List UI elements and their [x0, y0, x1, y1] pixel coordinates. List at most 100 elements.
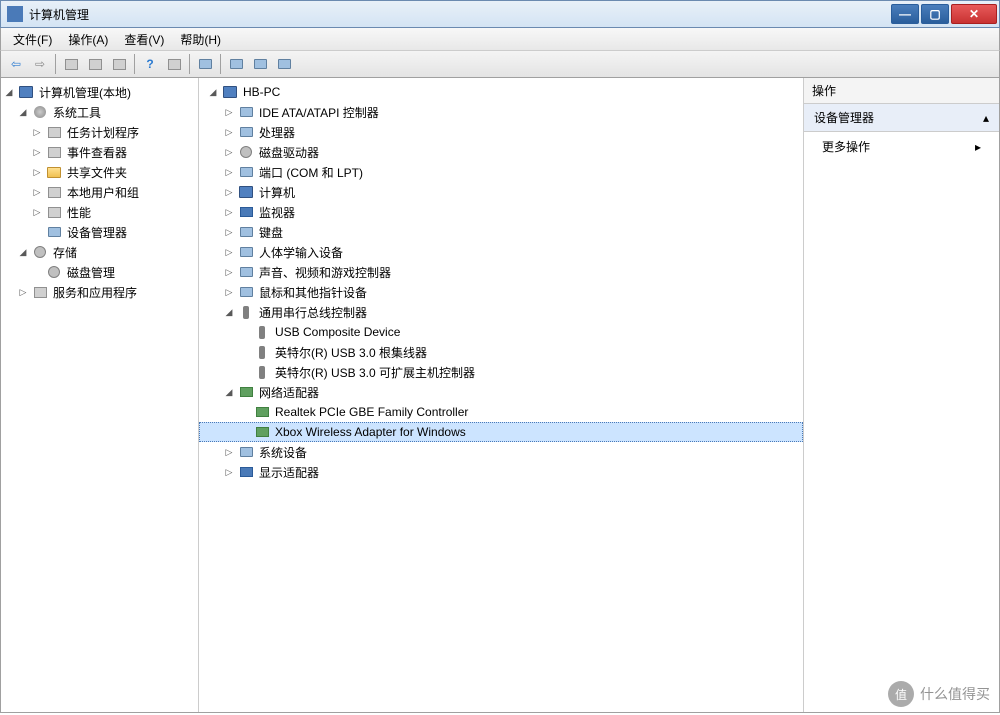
tree-label: 任务计划程序 [65, 124, 141, 141]
title-bar: 计算机管理 — ▢ ✕ [0, 0, 1000, 28]
device-network[interactable]: ◢ 网络适配器 [199, 382, 803, 402]
mouse-icon [238, 284, 254, 300]
tree-label: HB-PC [241, 85, 282, 99]
tree-shared-folders[interactable]: ▷ 共享文件夹 [1, 162, 198, 182]
tree-label: 人体学输入设备 [257, 244, 345, 261]
tree-label: Xbox Wireless Adapter for Windows [273, 425, 468, 439]
left-tree-pane: ◢ 计算机管理(本地) ◢ 系统工具 ▷ 任务计划程序 ▷ 事件查看器 ▷ 共享… [1, 78, 199, 712]
menu-action[interactable]: 操作(A) [62, 29, 114, 50]
menu-file[interactable]: 文件(F) [7, 29, 58, 50]
tree-label: 监视器 [257, 204, 297, 221]
tree-local-users[interactable]: ▷ 本地用户和组 [1, 182, 198, 202]
device-disk-drives[interactable]: ▷ 磁盘驱动器 [199, 142, 803, 162]
device-ports[interactable]: ▷ 端口 (COM 和 LPT) [199, 162, 803, 182]
tree-label: 通用串行总线控制器 [257, 304, 369, 321]
content-area: ◢ 计算机管理(本地) ◢ 系统工具 ▷ 任务计划程序 ▷ 事件查看器 ▷ 共享… [0, 78, 1000, 713]
chevron-right-icon: ▸ [975, 140, 981, 154]
tree-label: 计算机 [257, 184, 297, 201]
tree-disk-management[interactable]: ▷ 磁盘管理 [1, 262, 198, 282]
update-driver-button[interactable] [225, 53, 247, 75]
tree-root-local[interactable]: ◢ 计算机管理(本地) [1, 82, 198, 102]
device-usb[interactable]: ◢ 通用串行总线控制器 [199, 302, 803, 322]
tree-services-apps[interactable]: ▷ 服务和应用程序 [1, 282, 198, 302]
folder-icon [46, 164, 62, 180]
app-icon [7, 6, 23, 22]
computer-management-icon [18, 84, 34, 100]
tree-label: 系统工具 [51, 104, 103, 121]
usb-icon [238, 304, 254, 320]
device-mice[interactable]: ▷ 鼠标和其他指针设备 [199, 282, 803, 302]
display-adapter-icon [238, 464, 254, 480]
device-ide[interactable]: ▷ IDE ATA/ATAPI 控制器 [199, 102, 803, 122]
device-system-devices[interactable]: ▷ 系统设备 [199, 442, 803, 462]
scan-hardware-button[interactable] [273, 53, 295, 75]
device-xbox-adapter[interactable]: ▷ Xbox Wireless Adapter for Windows [199, 422, 803, 442]
tree-label: 鼠标和其他指针设备 [257, 284, 369, 301]
scan-button[interactable] [194, 53, 216, 75]
tree-label: 共享文件夹 [65, 164, 129, 181]
disk-icon [46, 264, 62, 280]
tree-task-scheduler[interactable]: ▷ 任务计划程序 [1, 122, 198, 142]
device-hid[interactable]: ▷ 人体学输入设备 [199, 242, 803, 262]
computer-icon [222, 84, 238, 100]
forward-button[interactable]: ⇨ [29, 53, 51, 75]
more-actions[interactable]: 更多操作 ▸ [804, 132, 999, 161]
tree-event-viewer[interactable]: ▷ 事件查看器 [1, 142, 198, 162]
toolbar-separator [55, 54, 56, 74]
tree-label: 键盘 [257, 224, 285, 241]
device-sound[interactable]: ▷ 声音、视频和游戏控制器 [199, 262, 803, 282]
hid-icon [238, 244, 254, 260]
back-button[interactable]: ⇦ [5, 53, 27, 75]
scheduler-icon [46, 124, 62, 140]
export-button[interactable] [108, 53, 130, 75]
menu-view[interactable]: 查看(V) [118, 29, 170, 50]
window-title: 计算机管理 [29, 6, 891, 23]
device-monitors[interactable]: ▷ 监视器 [199, 202, 803, 222]
window-buttons: — ▢ ✕ [891, 4, 997, 24]
net-adapter-icon [254, 424, 270, 440]
device-usb-root[interactable]: ▷ 英特尔(R) USB 3.0 根集线器 [199, 342, 803, 362]
uninstall-button[interactable] [249, 53, 271, 75]
monitor-icon [238, 204, 254, 220]
help-button[interactable]: ? [139, 53, 161, 75]
event-icon [46, 144, 62, 160]
device-display[interactable]: ▷ 显示适配器 [199, 462, 803, 482]
tree-label: 英特尔(R) USB 3.0 根集线器 [273, 344, 429, 361]
device-manager-icon [46, 224, 62, 240]
tree-device-manager[interactable]: ▷ 设备管理器 [1, 222, 198, 242]
actions-section[interactable]: 设备管理器 ▴ [804, 104, 999, 132]
tree-label: 声音、视频和游戏控制器 [257, 264, 393, 281]
device-realtek[interactable]: ▷ Realtek PCIe GBE Family Controller [199, 402, 803, 422]
tree-label: USB Composite Device [273, 325, 402, 339]
network-icon [238, 384, 254, 400]
tree-label: 计算机管理(本地) [37, 84, 133, 101]
users-icon [46, 184, 62, 200]
minimize-button[interactable]: — [891, 4, 919, 24]
device-usb-host[interactable]: ▷ 英特尔(R) USB 3.0 可扩展主机控制器 [199, 362, 803, 382]
close-button[interactable]: ✕ [951, 4, 997, 24]
device-cpu[interactable]: ▷ 处理器 [199, 122, 803, 142]
more-actions-label: 更多操作 [822, 138, 870, 155]
tree-system-tools[interactable]: ◢ 系统工具 [1, 102, 198, 122]
device-root[interactable]: ◢ HB-PC [199, 82, 803, 102]
usb-device-icon [254, 344, 270, 360]
tree-label: 磁盘管理 [65, 264, 117, 281]
show-hide-tree-button[interactable] [60, 53, 82, 75]
usb-device-icon [254, 324, 270, 340]
device-computer[interactable]: ▷ 计算机 [199, 182, 803, 202]
view-button[interactable] [163, 53, 185, 75]
maximize-button[interactable]: ▢ [921, 4, 949, 24]
toolbar: ⇦ ⇨ ? [0, 50, 1000, 78]
actions-header: 操作 [804, 78, 999, 104]
system-device-icon [238, 444, 254, 460]
device-keyboards[interactable]: ▷ 键盘 [199, 222, 803, 242]
properties-button[interactable] [84, 53, 106, 75]
tree-label: 处理器 [257, 124, 297, 141]
services-icon [32, 284, 48, 300]
tree-performance[interactable]: ▷ 性能 [1, 202, 198, 222]
collapse-icon: ▴ [983, 111, 989, 125]
tree-storage[interactable]: ◢ 存储 [1, 242, 198, 262]
device-usb-composite[interactable]: ▷ USB Composite Device [199, 322, 803, 342]
menu-help[interactable]: 帮助(H) [174, 29, 227, 50]
ide-icon [238, 104, 254, 120]
